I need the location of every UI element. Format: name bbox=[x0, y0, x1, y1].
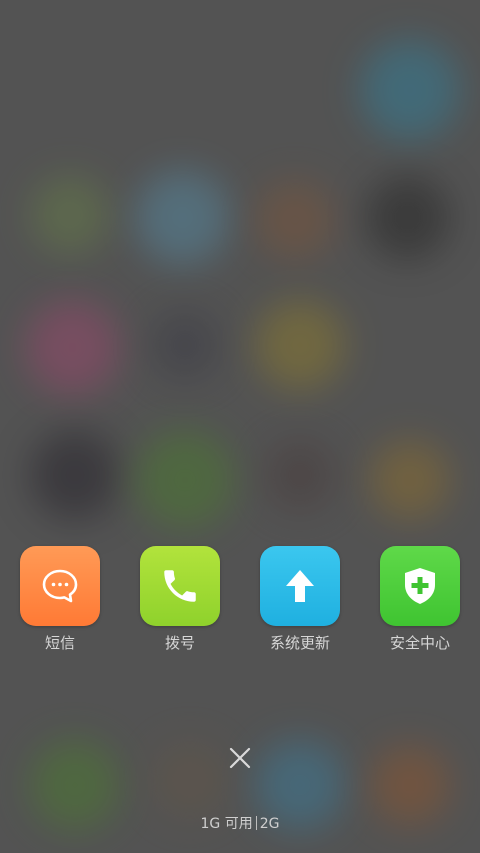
app-icon-security-center[interactable] bbox=[380, 546, 460, 626]
recent-apps-row: 短信 拨号 系统更新 安全中心 bbox=[0, 546, 480, 656]
recent-app-security-center[interactable]: 安全中心 bbox=[370, 546, 470, 652]
recent-app-system-update[interactable]: 系统更新 bbox=[250, 546, 350, 652]
close-recents-button[interactable] bbox=[224, 742, 256, 774]
phone-icon bbox=[164, 570, 196, 602]
app-label-system-update: 系统更新 bbox=[269, 634, 330, 652]
up-arrow-icon bbox=[286, 570, 314, 602]
recent-app-dialer[interactable]: 拨号 bbox=[130, 546, 230, 652]
app-label-dialer: 拨号 bbox=[164, 634, 195, 652]
recent-app-messages[interactable]: 短信 bbox=[10, 546, 110, 652]
shield-plus-icon bbox=[405, 568, 435, 604]
app-icon-system-update[interactable] bbox=[260, 546, 340, 626]
app-icon-dialer[interactable] bbox=[140, 546, 220, 626]
message-bubble-icon bbox=[42, 569, 78, 603]
app-label-security-center: 安全中心 bbox=[389, 634, 450, 652]
memory-status: 1G 可用 2G bbox=[0, 815, 480, 833]
blurred-home-screen bbox=[0, 0, 480, 853]
close-icon bbox=[229, 747, 251, 769]
app-label-messages: 短信 bbox=[44, 634, 75, 652]
app-icon-messages[interactable] bbox=[20, 546, 100, 626]
memory-separator bbox=[255, 816, 257, 830]
memory-available: 1G 可用 bbox=[200, 816, 253, 832]
memory-total: 2G bbox=[259, 816, 280, 832]
